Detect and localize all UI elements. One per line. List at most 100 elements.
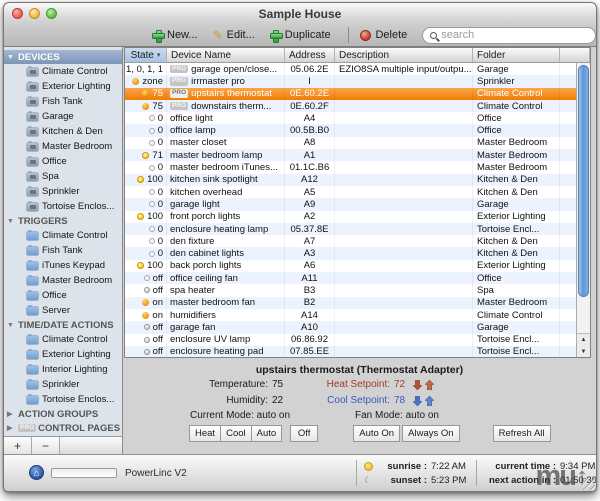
- delete-button[interactable]: Delete: [360, 29, 407, 41]
- table-row[interactable]: offspa heaterB3Spa: [125, 284, 576, 296]
- sidebar-item-itunes-keypad[interactable]: iTunes Keypad: [4, 258, 122, 273]
- table-row[interactable]: 1, 0, 1, 1PROgarage open/close...05.06.2…: [125, 63, 576, 75]
- table-row[interactable]: 71master bedroom lampA1Master Bedroom: [125, 149, 576, 161]
- table-row[interactable]: 100kitchen sink spotlightA12Kitchen & De…: [125, 174, 576, 186]
- description-cell: [335, 174, 473, 186]
- heat-setpoint-up-icon[interactable]: [425, 380, 434, 390]
- sidebar-section-devices[interactable]: ▼DEVICES: [4, 50, 122, 64]
- sidebar-item-exterior-lighting[interactable]: Exterior Lighting: [4, 347, 122, 362]
- remove-folder-button[interactable]: −: [32, 437, 60, 454]
- table-row[interactable]: 0office lightA4Office: [125, 112, 576, 124]
- table-row[interactable]: 0den fixtureA7Kitchen & Den: [125, 235, 576, 247]
- minimize-button[interactable]: [29, 8, 40, 19]
- table-row[interactable]: offoffice ceiling fanA11Office: [125, 272, 576, 284]
- state-value: 1, 0, 1, 1: [126, 64, 163, 75]
- column-header-address[interactable]: Address: [285, 48, 335, 62]
- sidebar-item-tortoise-enclos-[interactable]: Tortoise Enclos...: [4, 199, 122, 214]
- state-value: 0: [158, 162, 163, 173]
- table-row[interactable]: offgarage fanA10Garage: [125, 321, 576, 333]
- table-row[interactable]: offenclosure UV lamp06.86.92Tortoise Enc…: [125, 334, 576, 346]
- sidebar-item-server[interactable]: Server: [4, 303, 122, 318]
- sidebar-section-action-groups[interactable]: ▶ACTION GROUPS: [4, 407, 122, 421]
- sidebar-item-spa[interactable]: Spa: [4, 169, 122, 184]
- table-row[interactable]: 75PROdownstairs therm...0E.60.2FClimate …: [125, 100, 576, 112]
- sidebar-item-sprinkler[interactable]: Sprinkler: [4, 184, 122, 199]
- heat-setpoint-down-icon[interactable]: [413, 380, 422, 390]
- new-button[interactable]: New...: [152, 29, 198, 41]
- refresh-all-button[interactable]: Refresh All: [493, 425, 551, 442]
- title-bar[interactable]: Sample House: [4, 3, 596, 24]
- search-field[interactable]: [422, 27, 596, 44]
- column-header-folder[interactable]: Folder: [473, 48, 560, 62]
- table-row[interactable]: zonePROirrmaster proISprinkler: [125, 75, 576, 87]
- close-button[interactable]: [12, 8, 23, 19]
- table-row[interactable]: offenclosure heating pad07.85.EETortoise…: [125, 346, 576, 357]
- zoom-button[interactable]: [46, 8, 57, 19]
- table-row[interactable]: 0garage lightA9Garage: [125, 198, 576, 210]
- plus-icon: [270, 30, 281, 41]
- column-header-state[interactable]: State▾: [125, 48, 167, 62]
- table-row[interactable]: 0master closetA8Master Bedroom: [125, 137, 576, 149]
- cool-mode-button[interactable]: Cool: [220, 425, 252, 442]
- heat-mode-button[interactable]: Heat: [189, 425, 221, 442]
- table-row[interactable]: 75PROupstairs thermostat0E.60.2EClimate …: [125, 88, 576, 100]
- chevron-right-icon: ▶: [7, 424, 16, 432]
- column-header-description[interactable]: Description: [335, 48, 473, 62]
- table-row[interactable]: 0kitchen overheadA5Kitchen & Den: [125, 186, 576, 198]
- sidebar-item-climate-control[interactable]: Climate Control: [4, 228, 122, 243]
- resize-grip[interactable]: [583, 478, 595, 490]
- sidebar-item-climate-control[interactable]: Climate Control: [4, 64, 122, 79]
- table-row[interactable]: 100back porch lightsA6Exterior Lighting: [125, 260, 576, 272]
- table-row[interactable]: 0enclosure heating lamp05.37.8ETortoise …: [125, 223, 576, 235]
- table-row[interactable]: 100front porch lightsA2Exterior Lighting: [125, 211, 576, 223]
- sidebar-item-climate-control[interactable]: Climate Control: [4, 332, 122, 347]
- empty-cell: [560, 198, 576, 210]
- sidebar-item-garage[interactable]: Garage: [4, 109, 122, 124]
- sidebar-section-time-date-actions[interactable]: ▼TIME/DATE ACTIONS: [4, 318, 122, 332]
- fan-auto-on-button[interactable]: Auto On: [353, 425, 400, 442]
- table-row[interactable]: onmaster bedroom fanB2Master Bedroom: [125, 297, 576, 309]
- sidebar-item-fish-tank[interactable]: Fish Tank: [4, 94, 122, 109]
- sidebar-item-master-bedroom[interactable]: Master Bedroom: [4, 273, 122, 288]
- table-body: 1, 0, 1, 1PROgarage open/close...05.06.2…: [125, 63, 576, 357]
- device-name: office light: [170, 113, 213, 124]
- vertical-scrollbar[interactable]: ▲ ▼: [576, 63, 590, 357]
- sidebar-item-fish-tank[interactable]: Fish Tank: [4, 243, 122, 258]
- empty-cell: [560, 88, 576, 100]
- folder-cell: Garage: [473, 198, 560, 210]
- scroll-down-arrow[interactable]: ▼: [577, 346, 590, 358]
- address-cell: B3: [285, 284, 335, 296]
- sidebar-item-sprinkler[interactable]: Sprinkler: [4, 377, 122, 392]
- sidebar-item-kitchen-den[interactable]: Kitchen & Den: [4, 124, 122, 139]
- scroll-up-arrow[interactable]: ▲: [577, 334, 590, 346]
- description-cell: EZIO8SA multiple input/outpu...: [335, 63, 473, 75]
- sidebar-item-office[interactable]: Office: [4, 288, 122, 303]
- table-row[interactable]: 0den cabinet lightsA3Kitchen & Den: [125, 247, 576, 259]
- sidebar-item-exterior-lighting[interactable]: Exterior Lighting: [4, 79, 122, 94]
- table-row[interactable]: onhumidifiersA14Climate Control: [125, 309, 576, 321]
- cool-setpoint-up-icon[interactable]: [425, 396, 434, 406]
- device-name-cell: back porch lights: [167, 260, 285, 272]
- off-mode-button[interactable]: Off: [290, 425, 318, 442]
- auto-mode-button[interactable]: Auto: [251, 425, 283, 442]
- sidebar-section-triggers[interactable]: ▼TRIGGERS: [4, 214, 122, 228]
- sidebar-item-master-bedroom[interactable]: Master Bedroom: [4, 139, 122, 154]
- duplicate-button[interactable]: Duplicate: [270, 29, 331, 41]
- sidebar-item-interior-lighting[interactable]: Interior Lighting: [4, 362, 122, 377]
- sidebar-section-control-pages[interactable]: ▶PROCONTROL PAGES: [4, 421, 122, 435]
- scrollbar-thumb[interactable]: [578, 65, 589, 297]
- search-input[interactable]: [441, 29, 588, 41]
- table-row[interactable]: 0master bedroom iTunes...01.1C.B6Master …: [125, 161, 576, 173]
- column-header-device-name[interactable]: Device Name: [167, 48, 285, 62]
- fan-always-on-button[interactable]: Always On: [402, 425, 459, 442]
- status-bar: ⌂ PowerLinc V2 sunrise : 7:22 AM ☾ sunse…: [4, 454, 596, 491]
- add-folder-button[interactable]: +: [4, 437, 32, 454]
- cool-setpoint-down-icon[interactable]: [413, 396, 422, 406]
- heat-setpoint-label: Heat Setpoint:: [320, 379, 390, 390]
- sidebar-item-tortoise-enclos-[interactable]: Tortoise Enclos...: [4, 392, 122, 407]
- bulb-off-icon: [144, 275, 150, 281]
- table-row[interactable]: 0office lamp00.5B.B0Office: [125, 124, 576, 136]
- edit-button[interactable]: ✎ Edit...: [213, 29, 255, 41]
- sidebar-item-office[interactable]: Office: [4, 154, 122, 169]
- device-name: upstairs thermostat: [191, 88, 272, 99]
